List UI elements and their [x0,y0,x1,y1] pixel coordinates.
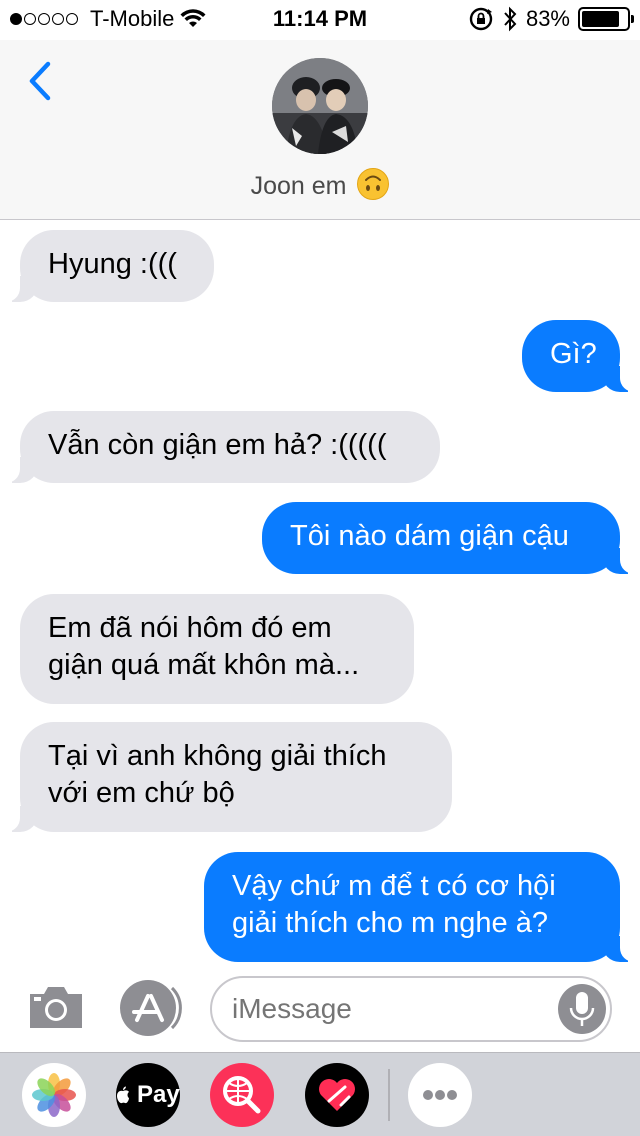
message-text: Vẫn còn giận em hả? :((((( [48,429,387,461]
camera-icon [30,987,82,1028]
outgoing-message-bubble[interactable]: Tôi nào dám giận cậu [262,502,640,574]
message-text: Tại vì anh không giải thích với em chứ b… [48,740,387,809]
message-text: Gì? [550,338,597,370]
message-text: Em đã nói hôm đó em giận quá mất khôn mà… [48,612,360,681]
imessage-app-drawer: Pay [0,1052,640,1136]
conversation-header: Joon em [0,40,640,220]
status-bar: T-Mobile 11:14 PM 83% [0,0,640,40]
contact-photo [272,58,368,154]
message-text: Vậy chứ m để t có cơ hội giải thích cho … [232,870,556,939]
message-input-bar [0,966,640,1052]
battery-icon [578,7,634,31]
contact-name: Joon em [250,172,347,200]
app-store-icon [120,980,182,1036]
more-apps-button[interactable] [408,1063,472,1127]
apple-pay-app-icon [116,1081,137,1108]
apple-pay-app-button[interactable]: Pay [116,1063,180,1127]
outgoing-message-bubble[interactable]: Gì? [522,320,640,392]
back-button[interactable] [22,60,62,104]
outgoing-message-bubble[interactable]: Vậy chứ m để t có cơ hội giải thích cho … [204,852,640,962]
imessage-input[interactable] [210,976,612,1042]
app-store-button[interactable] [118,978,182,1038]
incoming-message-bubble[interactable]: Vẫn còn giận em hả? :((((( [0,411,440,483]
messages-screen: T-Mobile 11:14 PM 83% Joon em Hyung:(((… [0,0,640,1136]
chevron-left-icon [29,61,51,101]
status-right: 83% [468,6,634,32]
bluetooth-icon [504,6,517,32]
incoming-message-bubble[interactable]: Hyung :((( [0,230,214,302]
incoming-message-bubble[interactable]: Em đã nói hôm đó em giận quá mất khôn mà… [20,594,414,704]
dictation-button[interactable] [558,984,606,1034]
microphone-icon [569,992,595,1026]
digital-touch-app-button[interactable] [305,1063,369,1127]
photos-app-button[interactable] [22,1063,86,1127]
camera-button[interactable] [26,982,86,1032]
digital-touch-app-icon [319,1079,355,1111]
message-text: Tôi nào dám giận cậu [290,520,569,552]
battery-level-fill [582,11,619,27]
photos-app-icon [32,1073,76,1117]
upside-down-face-icon [357,168,390,200]
web-search-app-button[interactable] [210,1063,274,1127]
web-search-app-icon [223,1076,261,1114]
message-text: Hyung :((( [48,248,177,280]
incoming-message-bubble[interactable]: Tại vì anh không giải thích với em chứ b… [0,722,452,832]
contact-avatar[interactable] [272,58,368,154]
contact-name-row[interactable]: Joon em [0,168,640,201]
drawer-divider [388,1069,390,1121]
more-apps-icon [423,1090,457,1100]
battery-percent: 83% [525,6,570,31]
apple-pay-label: Pay [136,1081,180,1108]
rotation-lock-icon [469,7,493,31]
